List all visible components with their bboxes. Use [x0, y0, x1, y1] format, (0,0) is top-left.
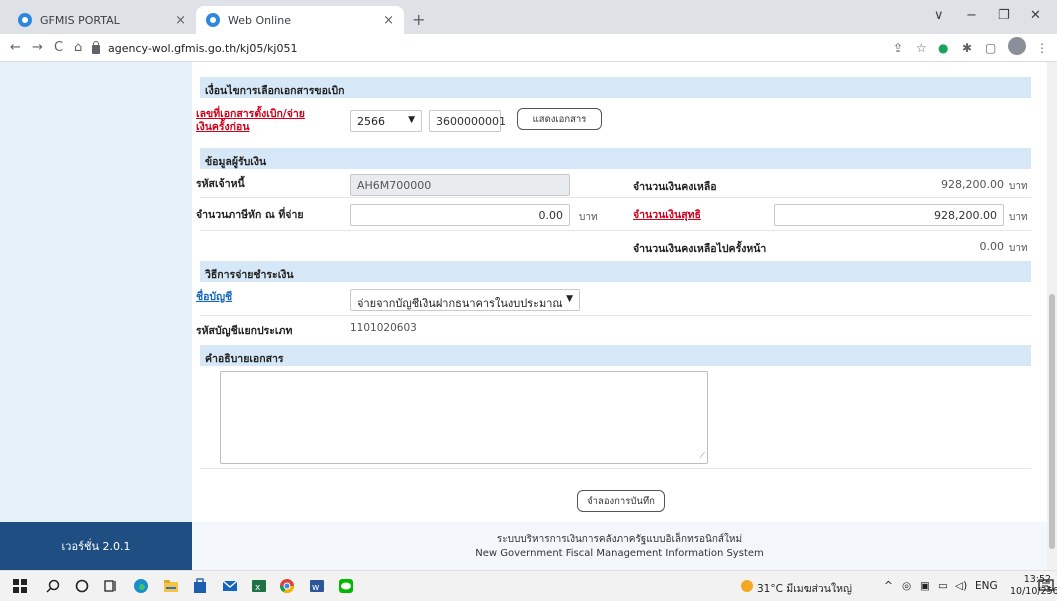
- tab-title: Web Online: [228, 13, 291, 27]
- line-app-icon[interactable]: [338, 578, 354, 594]
- section-conditions-header: เงื่อนไขการเลือกเอกสารขอเบิก: [200, 77, 1031, 98]
- tray-chevron-icon[interactable]: ^: [884, 580, 893, 592]
- mail-icon[interactable]: [222, 578, 238, 594]
- system-name-english: New Government Fiscal Management Informa…: [475, 548, 764, 559]
- tray-display-icon[interactable]: ▣: [920, 580, 930, 592]
- divider: [200, 197, 1031, 198]
- windows-start-icon[interactable]: [12, 578, 28, 594]
- description-textarea[interactable]: ⟋: [220, 371, 708, 464]
- extensions-puzzle-icon[interactable]: ✱: [962, 41, 972, 55]
- weather-icon: [741, 580, 753, 592]
- version-label: เวอร์ชั่น 2.0.1: [0, 522, 192, 570]
- url-text: agency-wol.gfmis.go.th/kj05/kj051: [108, 41, 298, 55]
- sub-account-label: รหัสบัญชีแยกประเภท: [196, 325, 293, 337]
- volume-icon[interactable]: ◁): [955, 580, 967, 592]
- remaining-unit: บาท: [1009, 181, 1028, 192]
- account-select[interactable]: จ่ายจากบัญชีเงินฝากธนาคารในงบประมาณ ▼: [350, 289, 580, 311]
- section-payment-method-header: วิธีการจ่ายชำระเงิน: [200, 261, 1031, 282]
- net-amount-input[interactable]: 928,200.00: [774, 204, 1004, 226]
- search-icon[interactable]: [45, 578, 61, 594]
- creditor-label: รหัสเจ้าหนี้: [196, 178, 245, 190]
- section-payee-header: ข้อมูลผู้รับเงิน: [200, 148, 1031, 169]
- file-explorer-icon[interactable]: [163, 578, 179, 594]
- withholding-input[interactable]: 0.00: [350, 204, 570, 226]
- show-document-button[interactable]: แสดงเอกสาร: [517, 108, 602, 130]
- url-field[interactable]: agency-wol.gfmis.go.th/kj05/kj051: [92, 37, 942, 59]
- task-view-icon[interactable]: [103, 578, 119, 594]
- extension-icon[interactable]: ●: [938, 41, 948, 55]
- windows-taskbar: x w 31°C มีเมฆส่วนใหญ่ ^ ◎ ▣ ▭ ◁) ENG 13…: [0, 570, 1057, 601]
- svg-text:w: w: [312, 583, 319, 593]
- remaining-next-label: จำนวนเงินคงเหลือไปครั้งหน้า: [633, 243, 767, 255]
- account-name-label[interactable]: ชื่อบัญชี: [196, 288, 232, 305]
- edge-icon[interactable]: [133, 578, 149, 594]
- excel-icon[interactable]: x: [251, 578, 267, 594]
- forward-button[interactable]: →: [32, 40, 43, 55]
- restore-button[interactable]: ❐: [998, 8, 1010, 23]
- divider: [200, 230, 1031, 231]
- tab-close-icon[interactable]: ×: [175, 13, 186, 28]
- chevron-down-icon: ▼: [408, 115, 415, 125]
- sub-account-value: 1101020603: [350, 322, 417, 334]
- side-panel-icon[interactable]: ▢: [985, 41, 996, 55]
- cortana-icon[interactable]: [74, 578, 90, 594]
- page-footer: เวอร์ชั่น 2.0.1 ระบบบริหารการเงินการคลัง…: [0, 522, 1047, 570]
- bookmark-star-icon[interactable]: ☆: [916, 41, 927, 55]
- address-bar: ← → C ⌂ agency-wol.gfmis.go.th/kj05/kj05…: [0, 34, 1057, 62]
- lock-icon: [92, 40, 100, 54]
- prev-doc-label[interactable]: เลขที่เอกสารตั้งเบิก/จ่ายเงินครั้งก่อน: [196, 108, 312, 134]
- site-favicon-icon: [18, 13, 32, 27]
- tab-search-chevron-icon[interactable]: ∨: [934, 8, 944, 23]
- form-content: เงื่อนไขการเลือกเอกสารขอเบิก เลขที่เอกสา…: [192, 62, 1047, 522]
- notification-count: 3: [1046, 585, 1052, 594]
- section-description-header: คำอธิบายเอกสาร: [200, 345, 1031, 366]
- tab-title: GFMIS PORTAL: [40, 13, 120, 27]
- doc-number-input[interactable]: 3600000001: [429, 110, 506, 132]
- fiscal-year-select[interactable]: 2566 ▼: [350, 110, 422, 132]
- scrollbar-thumb[interactable]: [1049, 294, 1055, 549]
- site-favicon-icon: [206, 13, 220, 27]
- divider: [200, 315, 1031, 316]
- reload-button[interactable]: C: [54, 40, 63, 55]
- system-name-thai: ระบบบริหารการเงินการคลังภาครัฐแบบอิเล็กท…: [496, 534, 743, 545]
- remaining-value: 928,200.00: [941, 178, 1004, 191]
- network-icon[interactable]: ▭: [938, 580, 948, 592]
- browser-menu-icon[interactable]: ⋮: [1036, 41, 1048, 55]
- fiscal-year-value: 2566: [357, 115, 385, 128]
- profile-avatar[interactable]: [1008, 37, 1026, 55]
- remaining-label: จำนวนเงินคงเหลือ: [633, 181, 717, 193]
- tab-close-icon[interactable]: ×: [383, 13, 394, 28]
- weather-text[interactable]: 31°C มีเมฆส่วนใหญ่: [757, 580, 852, 597]
- divider: [200, 468, 1031, 469]
- browser-tab-bar: GFMIS PORTAL × Web Online × + ∨ − ❐ ✕: [0, 0, 1057, 34]
- minimize-button[interactable]: −: [966, 8, 977, 23]
- account-select-value: จ่ายจากบัญชีเงินฝากธนาคารในงบประมาณ: [357, 297, 563, 310]
- chrome-icon[interactable]: [279, 578, 295, 594]
- language-indicator[interactable]: ENG: [975, 580, 998, 592]
- svg-text:x: x: [255, 583, 261, 593]
- tab-gfmis-portal[interactable]: GFMIS PORTAL ×: [8, 6, 196, 34]
- withholding-label: จำนวนภาษีหัก ณ ที่จ่าย: [196, 209, 304, 221]
- back-button[interactable]: ←: [10, 40, 21, 55]
- chevron-down-icon: ▼: [566, 294, 573, 304]
- remaining-next-value: 0.00: [979, 240, 1005, 253]
- remaining-next-unit: บาท: [1009, 243, 1028, 254]
- home-button[interactable]: ⌂: [74, 40, 82, 55]
- share-icon[interactable]: ⇪: [893, 41, 903, 55]
- tray-app-icon[interactable]: ◎: [902, 580, 911, 592]
- store-icon[interactable]: [192, 578, 208, 594]
- page: เงื่อนไขการเลือกเอกสารขอเบิก เลขที่เอกสา…: [0, 62, 1057, 570]
- new-tab-button[interactable]: +: [412, 10, 425, 29]
- net-amount-label[interactable]: จำนวนเงินสุทธิ: [633, 206, 701, 223]
- simulate-save-button[interactable]: จำลองการบันทึก: [577, 490, 665, 512]
- tab-web-online[interactable]: Web Online ×: [196, 6, 404, 34]
- left-panel: [0, 62, 192, 522]
- withholding-unit: บาท: [579, 212, 598, 223]
- word-icon[interactable]: w: [309, 578, 325, 594]
- close-window-button[interactable]: ✕: [1030, 8, 1041, 23]
- creditor-input: AH6M700000: [350, 174, 570, 196]
- net-amount-unit: บาท: [1009, 212, 1028, 223]
- resize-grip-icon[interactable]: ⟋: [699, 451, 705, 461]
